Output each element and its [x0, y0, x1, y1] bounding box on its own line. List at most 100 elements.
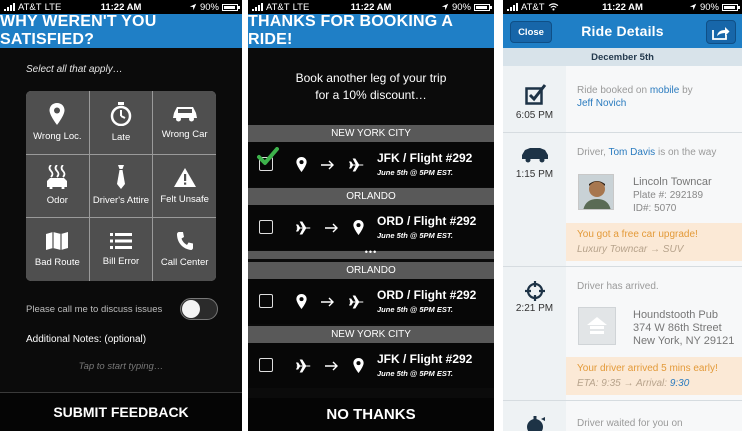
car-icon [522, 148, 548, 163]
call-me-label: Please call me to discuss issues [26, 303, 163, 315]
option-label: Odor [46, 195, 68, 207]
trip-leg-row[interactable]: ORD / Flight #292 June 5th @ 5PM EST. [248, 205, 494, 250]
event-text: Driver waited for you on [577, 418, 683, 429]
leg-title: JFK / Flight #292 [377, 151, 473, 165]
battery-icon [222, 3, 240, 11]
route-icons [296, 279, 364, 324]
status-bar: AT&T LTE 11:22 AM 90% [248, 0, 494, 14]
plate-number: Plate #: 292189 [633, 190, 704, 201]
leg-datetime: June 5th @ 5PM EST. [377, 369, 453, 378]
more-legs-separator: ••• [248, 248, 494, 259]
close-button[interactable]: Close [510, 21, 552, 43]
clock: 11:22 AM [350, 1, 392, 13]
discount-promo: Book another leg of your trip for a 10% … [248, 70, 494, 104]
page-title: WHY WEREN'T YOU SATISFIED? [0, 13, 242, 48]
event-text: Driver, [577, 147, 609, 158]
early-text: Your driver arrived 5 mins early! [577, 363, 718, 374]
leg-checkbox[interactable] [259, 358, 273, 372]
map-pin-icon [353, 220, 364, 235]
city-header: NEW YORK CITY [248, 326, 494, 343]
tie-icon [116, 165, 125, 190]
early-arrival-notice: Your driver arrived 5 mins early! ETA: 9… [566, 357, 742, 395]
option-wrong-car[interactable]: Wrong Car [153, 91, 216, 154]
map-icon [46, 232, 69, 251]
leg-title: ORD / Flight #292 [377, 214, 477, 228]
upgrade-detail: Luxury Towncar → SUV [577, 244, 683, 255]
checkbox-icon [525, 84, 547, 105]
leg-title: ORD / Flight #292 [377, 288, 477, 302]
route-icons [296, 142, 364, 187]
ride-details-screen: AT&T 11:22 AM 90% Ride Details Close Dec… [503, 0, 742, 431]
map-pin-icon [353, 358, 364, 373]
option-label: Wrong Car [161, 128, 208, 140]
battery-icon [474, 3, 492, 11]
arrival-time: 9:30 [669, 378, 690, 389]
city-header: ORLANDO [248, 188, 494, 205]
trip-leg-row[interactable]: JFK / Flight #292 June 5th @ 5PM EST. [248, 343, 494, 388]
option-late[interactable]: Late [89, 91, 153, 154]
promo-line: Book another leg of your trip [295, 71, 447, 85]
odor-icon [47, 165, 68, 190]
leg-checkbox[interactable] [259, 294, 273, 308]
leg-datetime: June 5th @ 5PM EST. [377, 168, 453, 177]
leg-title: JFK / Flight #292 [377, 352, 473, 366]
option-bad-route[interactable]: Bad Route [26, 218, 89, 281]
option-label: Late [111, 131, 131, 143]
option-label: Wrong Loc. [33, 130, 82, 142]
airplane-icon [296, 220, 311, 235]
checkmark-icon [257, 147, 279, 165]
city-header: NEW YORK CITY [248, 125, 494, 142]
status-bar: AT&T LTE 11:22 AM 90% [0, 0, 242, 14]
car-name: Lincoln Towncar [633, 176, 712, 188]
event-text: Driver has arrived. [577, 281, 659, 292]
option-drivers-attire[interactable]: Driver's Attire [89, 154, 153, 218]
notes-input[interactable]: Tap to start typing… [0, 361, 242, 372]
option-wrong-location[interactable]: Wrong Loc. [26, 91, 89, 154]
map-pin-icon [296, 294, 307, 309]
clock: 11:22 AM [100, 1, 142, 13]
option-call-center[interactable]: Call Center [153, 218, 216, 281]
notes-label: Additional Notes: (optional) [26, 334, 147, 345]
route-icons [296, 343, 364, 388]
battery-icon [722, 3, 740, 11]
option-odor[interactable]: Odor [26, 154, 89, 218]
booking-event-text: Ride booked on mobile by Jeff Novich [577, 84, 693, 110]
trip-leg-row[interactable]: JFK / Flight #292 June 5th @ 5PM EST. [248, 142, 494, 187]
eta-detail: ETA: 9:35 → Arrival: 9:30 [577, 378, 689, 389]
arrow-right-icon [325, 361, 338, 370]
leg-datetime: June 5th @ 5PM EST. [377, 231, 453, 240]
event-text: by [679, 85, 693, 96]
option-bill-error[interactable]: Bill Error [89, 218, 153, 281]
call-me-toggle[interactable] [180, 298, 218, 320]
city-header: ORLANDO [248, 262, 494, 279]
submit-feedback-button[interactable]: SUBMIT FEEDBACK [0, 392, 242, 431]
trip-leg-row[interactable]: ORD / Flight #292 June 5th @ 5PM EST. [248, 279, 494, 324]
status-bar: AT&T 11:22 AM 90% [503, 0, 742, 14]
leg-checkbox[interactable] [259, 220, 273, 234]
driver-link[interactable]: Tom Davis [609, 147, 656, 158]
channel-link[interactable]: mobile [650, 85, 679, 96]
instruction-text: Select all that apply… [26, 64, 123, 75]
upgrade-text: You got a free car upgrade! [577, 229, 698, 240]
map-pin-icon [49, 102, 65, 125]
list-icon [109, 233, 132, 250]
page-title: THANKS FOR BOOKING A RIDE! [248, 13, 494, 48]
arrow-right-icon [321, 297, 334, 306]
place-address-line1: 374 W 86th Street [633, 322, 722, 334]
place-name: Houndstooth Pub [633, 309, 719, 321]
option-felt-unsafe[interactable]: Felt Unsafe [153, 154, 216, 218]
event-time: 1:15 PM [515, 169, 554, 180]
person-link[interactable]: Jeff Novich [577, 98, 626, 109]
option-label: Call Center [160, 257, 209, 269]
promo-line: for a 10% discount… [315, 88, 427, 102]
share-button[interactable] [706, 20, 736, 44]
airplane-icon [349, 157, 364, 172]
stopwatch-icon [110, 101, 132, 126]
no-thanks-button[interactable]: NO THANKS [248, 398, 494, 431]
event-text: Ride booked on [577, 85, 650, 96]
arrow-right-icon [321, 160, 334, 169]
option-label: Felt Unsafe [160, 193, 209, 205]
arrow-right-icon [325, 223, 338, 232]
divider [503, 132, 742, 133]
event-time: 2:21 PM [515, 303, 554, 314]
